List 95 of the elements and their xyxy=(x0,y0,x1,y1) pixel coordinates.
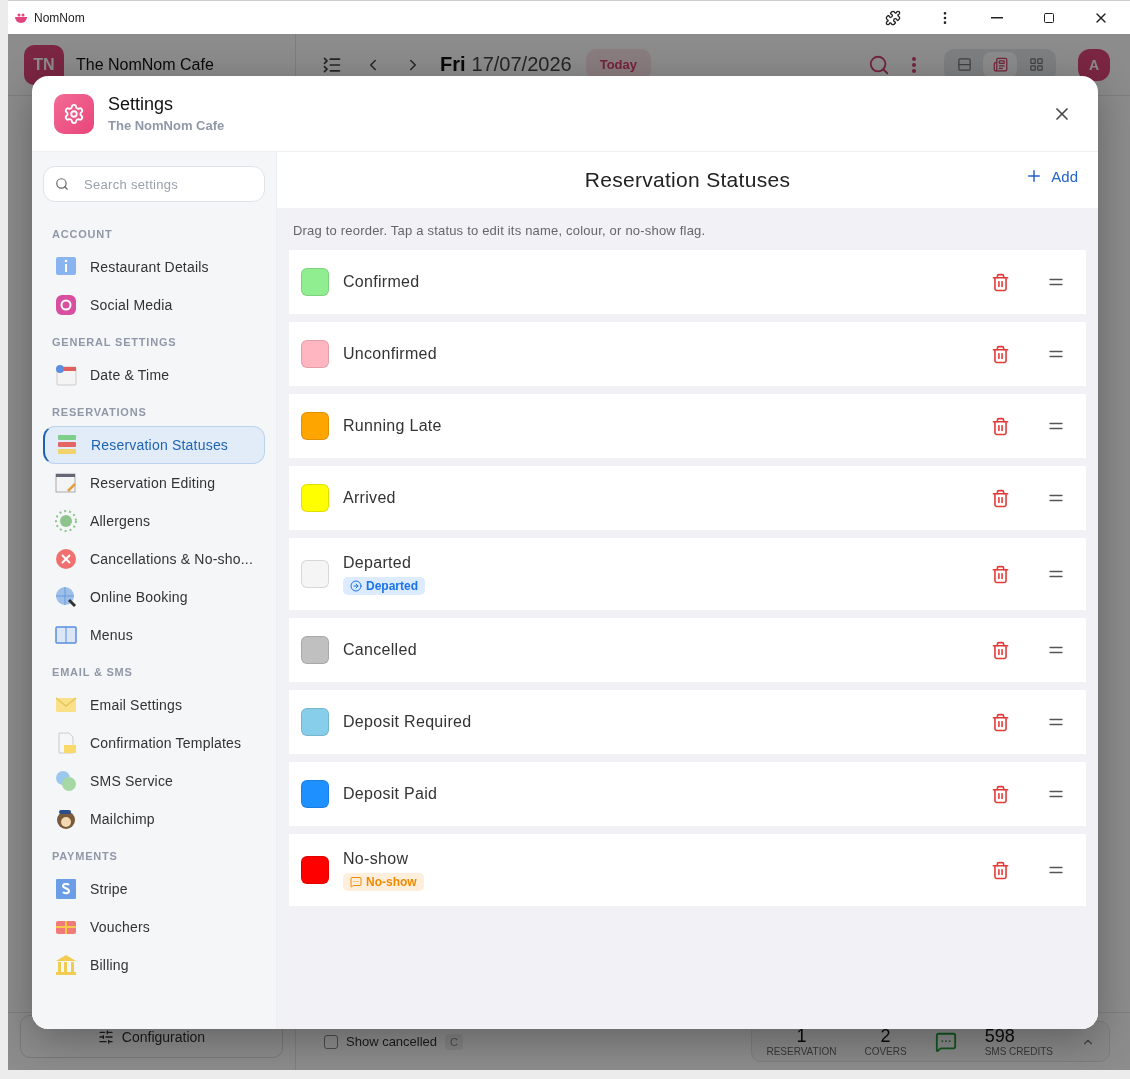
trash-icon xyxy=(991,416,1010,436)
status-name: No-show xyxy=(343,849,409,868)
section-heading: EMAIL & SMS xyxy=(51,665,134,680)
menu-icon xyxy=(322,54,342,75)
dialog-subtitle: The NomNom Cafe xyxy=(108,118,226,133)
section-heading: GENERAL SETTINGS xyxy=(51,335,178,350)
panel-title: Reservation Statuses xyxy=(584,168,791,192)
globe-icon xyxy=(54,585,78,609)
status-name: Confirmed xyxy=(343,273,420,291)
sidebar-item[interactable]: SMS Service xyxy=(43,762,265,800)
status-name: Departed xyxy=(343,553,412,572)
status-name: Running Late xyxy=(343,417,442,435)
sidebar-item[interactable]: Allergens xyxy=(43,502,265,540)
add-button[interactable]: Add xyxy=(1019,166,1084,186)
weekday: Fri xyxy=(440,53,466,76)
stat-label: RESERVATION xyxy=(766,1046,837,1057)
sidebar-item[interactable]: Vouchers xyxy=(43,908,265,946)
grid-icon xyxy=(1028,57,1044,72)
trash-icon xyxy=(991,712,1010,732)
book-icon xyxy=(54,623,78,647)
checkbox-label: Show cancelled xyxy=(346,1034,438,1049)
dialog-title: Settings xyxy=(108,94,175,115)
stat-label: COVERS xyxy=(864,1046,907,1057)
sidebar-item[interactable]: Confirmation Templates xyxy=(43,724,265,762)
search-icon xyxy=(55,177,69,191)
search-icon xyxy=(868,53,890,76)
sidebar-item[interactable]: Stripe xyxy=(43,870,265,908)
sidebar-item[interactable]: Social Media xyxy=(43,286,265,324)
sidebar-item[interactable]: Menus xyxy=(43,616,265,654)
status-card[interactable]: Deposit Paid xyxy=(289,762,1086,826)
rows-icon xyxy=(956,57,972,72)
bank-icon xyxy=(54,953,78,977)
cancel-icon xyxy=(54,547,78,571)
status-card[interactable]: Running Late xyxy=(289,394,1086,458)
status-card[interactable]: Confirmed xyxy=(289,250,1086,314)
trash-icon xyxy=(991,488,1010,508)
message-icon xyxy=(934,1030,957,1053)
camera-icon xyxy=(54,293,78,317)
status-name: Cancelled xyxy=(343,641,417,659)
status-badge: No-show xyxy=(343,872,424,891)
chat-bubbles-icon xyxy=(54,769,78,793)
trash-icon xyxy=(991,564,1010,584)
sliders-icon xyxy=(97,1028,114,1045)
status-name: Deposit Paid xyxy=(343,785,438,803)
section-heading: RESERVATIONS xyxy=(51,405,148,420)
sidebar-item[interactable]: Reservation Editing xyxy=(43,464,265,502)
status-card[interactable]: Deposit Required xyxy=(289,690,1086,754)
sidebar-item[interactable]: Restaurant Details xyxy=(43,248,265,286)
trash-icon xyxy=(991,784,1010,804)
trash-icon xyxy=(991,344,1010,364)
s-letter-icon xyxy=(54,877,78,901)
stat-value: 2 xyxy=(880,1026,891,1046)
status-card[interactable]: Cancelled xyxy=(289,618,1086,682)
bowl-icon xyxy=(14,11,28,24)
edit-document-icon xyxy=(54,471,78,495)
sidebar-item[interactable]: Date & Time xyxy=(43,356,265,394)
stat-value: 1 xyxy=(796,1026,807,1046)
calendar-icon xyxy=(54,363,78,387)
view-button[interactable] xyxy=(983,51,1017,78)
arrow-circle-icon xyxy=(350,579,362,592)
virus-icon xyxy=(54,509,78,533)
trash-icon xyxy=(991,272,1010,292)
status-card[interactable]: Arrived xyxy=(289,466,1086,530)
status-name: Unconfirmed xyxy=(343,345,437,363)
sidebar-item[interactable]: Email Settings xyxy=(43,686,265,724)
more-icon xyxy=(912,56,916,73)
document-icon xyxy=(992,57,1008,72)
sidebar-item[interactable]: Online Booking xyxy=(43,578,265,616)
trash-icon xyxy=(991,860,1010,880)
status-card[interactable]: Departed Departed xyxy=(289,538,1086,610)
section-heading: PAYMENTS xyxy=(51,849,119,864)
trash-icon xyxy=(991,640,1010,660)
sidebar-item[interactable]: Cancellations & No-sho... xyxy=(43,540,265,578)
status-card[interactable]: Unconfirmed xyxy=(289,322,1086,386)
maximize-icon xyxy=(1043,11,1055,24)
date: 17/07/2026 xyxy=(471,53,572,76)
stat-value: 598 xyxy=(984,1026,1015,1046)
status-card[interactable]: No-show No-show xyxy=(289,834,1086,906)
settings-icon xyxy=(54,93,94,134)
sidebar-item[interactable]: Billing xyxy=(43,946,265,984)
section-heading: ACCOUNT xyxy=(51,227,114,242)
status-name: Deposit Required xyxy=(343,713,472,731)
minimize-icon xyxy=(991,16,1003,19)
status-name: Arrived xyxy=(343,489,396,507)
hint-text: Drag to reorder. Tap a status to edit its name, colour, or no-show flag. xyxy=(292,222,707,240)
show-cancelled-checkbox[interactable] xyxy=(324,1034,338,1049)
status-bars-icon xyxy=(55,433,79,457)
message-icon xyxy=(350,875,362,888)
sidebar-item[interactable]: Mailchimp xyxy=(43,800,265,838)
stat-label: SMS CREDITS xyxy=(984,1046,1053,1057)
window-title: NomNom xyxy=(34,10,86,25)
search-field[interactable]: Search settings xyxy=(43,166,265,202)
status-badge: Departed xyxy=(343,576,425,595)
sidebar-item[interactable]: Reservation Statuses xyxy=(43,426,265,464)
restaurant-name: The NomNom Cafe xyxy=(76,55,214,74)
